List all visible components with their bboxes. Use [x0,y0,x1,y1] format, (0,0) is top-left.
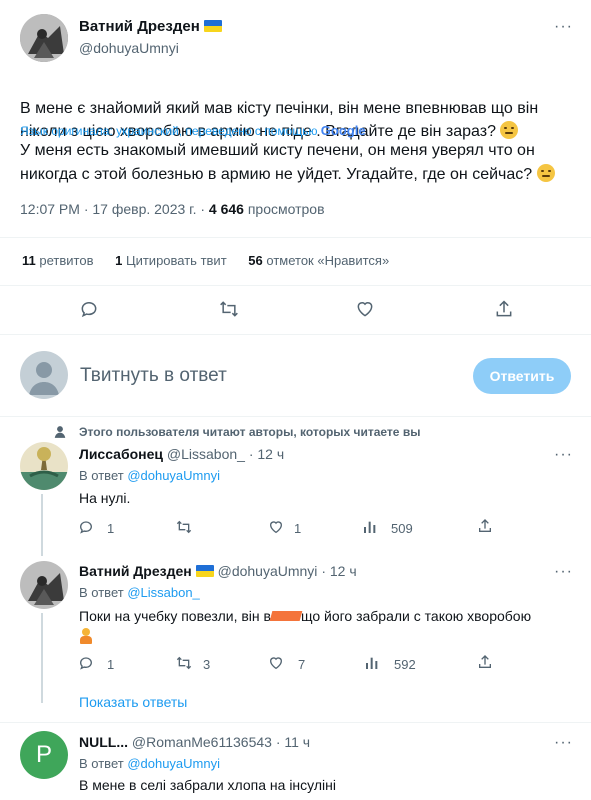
reply-author-name[interactable]: Ватний Дрезден [79,563,192,579]
views-label: просмотров [243,201,325,217]
like-count: 1 [294,521,302,536]
more-icon[interactable]: ··· [554,734,573,752]
reply-button[interactable]: Ответить [473,358,571,394]
retweet-count: 3 [203,657,211,672]
reply-author-name[interactable]: Лиссабонец [79,446,163,462]
likes-stat[interactable]: 56 отметок «Нравится» [248,253,389,268]
reply-to-handle[interactable]: @Lissabon_ [127,585,199,600]
like-icon[interactable] [268,519,284,535]
reply-to-handle[interactable]: @dohuyaUmnyi [127,468,220,483]
divider [0,416,591,417]
share-icon[interactable] [477,654,493,670]
reply-text: Поки на учебку повезли, він в що його заб… [79,606,569,649]
avatar-photo [20,14,68,62]
reply-to: В ответ @Lissabon_ [79,585,200,600]
retweet-icon[interactable] [175,519,193,535]
social-context: Этого пользователя читают авторы, которы… [79,425,421,439]
reply-author-avatar[interactable] [20,561,68,609]
more-icon[interactable]: ··· [554,18,573,36]
reply-icon[interactable] [78,519,94,535]
like-count: 7 [298,657,306,672]
reply-to: В ответ @dohuyaUmnyi [79,468,220,483]
divider [0,722,591,723]
ukraine-flag-icon [203,20,222,32]
reply-icon[interactable] [79,299,99,319]
reply-author-avatar[interactable]: P [20,731,68,779]
thread-line [41,494,43,556]
thread-line [41,613,43,703]
views-count: 509 [391,521,413,536]
reply-time[interactable]: · 12 ч [249,446,284,462]
main-author-handle[interactable]: @dohuyaUmnyi [79,40,179,56]
thinking-face-icon [536,164,555,182]
tweet-stats: 11 ретвитов 1 Цитировать твит 56 отметок… [22,253,389,268]
reply-input[interactable]: Твитнуть в ответ [80,365,227,387]
google-logo: Google [320,123,366,138]
reply-time[interactable]: · 12 ч [321,563,356,579]
views-icon[interactable] [364,655,380,671]
censor-scribble [269,611,303,621]
reply-author-handle[interactable]: @Lissabon_ [167,446,245,462]
current-user-avatar[interactable] [20,351,68,399]
reply-header: Лиссабонец @Lissabon_ · 12 ч [79,446,284,462]
tweet-text-translated: У меня есть знакомый имевший кисту печен… [20,139,575,187]
reply-text: В мене в селі забрали хлопа на інсуліні [79,777,336,793]
quotes-stat[interactable]: 1 Цитировать твит [115,253,227,268]
more-icon[interactable]: ··· [554,563,573,581]
reply-text: На нулі. [79,490,131,506]
main-author-name-row[interactable]: Ватний Дрезден [79,18,222,35]
more-icon[interactable]: ··· [554,446,573,464]
like-icon[interactable] [268,655,284,671]
reply-author-avatar[interactable] [20,442,68,490]
thinking-face-icon [500,121,519,139]
main-author-avatar[interactable] [20,14,68,62]
retweet-icon[interactable] [175,655,193,671]
reply-author-handle[interactable]: @RomanMe61136543 [132,734,272,750]
reply-author-name[interactable]: NULL... [79,734,128,750]
share-icon[interactable] [477,518,493,534]
divider [0,334,591,335]
views-count: 592 [394,657,416,672]
person-emoji-icon [79,628,93,644]
ukraine-flag-icon [195,565,214,577]
reply-count: 1 [107,521,115,536]
reply-to: В ответ @dohuyaUmnyi [79,756,220,771]
reply-time[interactable]: · 11 ч [276,734,310,750]
tweet-timestamp-row: 12:07 PM · 17 февр. 2023 г. · 4 646 прос… [20,201,325,217]
person-icon [53,425,67,439]
share-icon[interactable] [494,299,514,319]
avatar-photo [20,561,68,609]
avatar-photo [20,442,68,490]
reply-icon[interactable] [78,655,94,671]
views-icon[interactable] [362,519,378,535]
reply-count: 1 [107,657,115,672]
reply-to-handle[interactable]: @dohuyaUmnyi [127,756,220,771]
retweet-icon[interactable] [218,299,240,319]
like-icon[interactable] [355,299,375,319]
reply-header: Ватний Дрезден @dohuyaUmnyi · 12 ч [79,563,357,579]
reply-author-handle[interactable]: @dohuyaUmnyi [218,563,318,579]
divider [0,237,591,238]
tweet-time[interactable]: 12:07 PM · 17 февр. 2023 г. · [20,201,209,217]
main-author-name[interactable]: Ватний Дрезден [79,18,200,35]
retweets-stat[interactable]: 11 ретвитов [22,253,93,268]
show-replies-link[interactable]: Показать ответы [79,694,187,710]
views-count: 4 646 [208,201,244,217]
person-icon [29,362,59,395]
reply-header: NULL... @RomanMe61136543 · 11 ч [79,734,310,750]
divider [0,285,591,286]
translation-note[interactable]: Язык оригинала: украинский, переведено с… [20,123,366,138]
